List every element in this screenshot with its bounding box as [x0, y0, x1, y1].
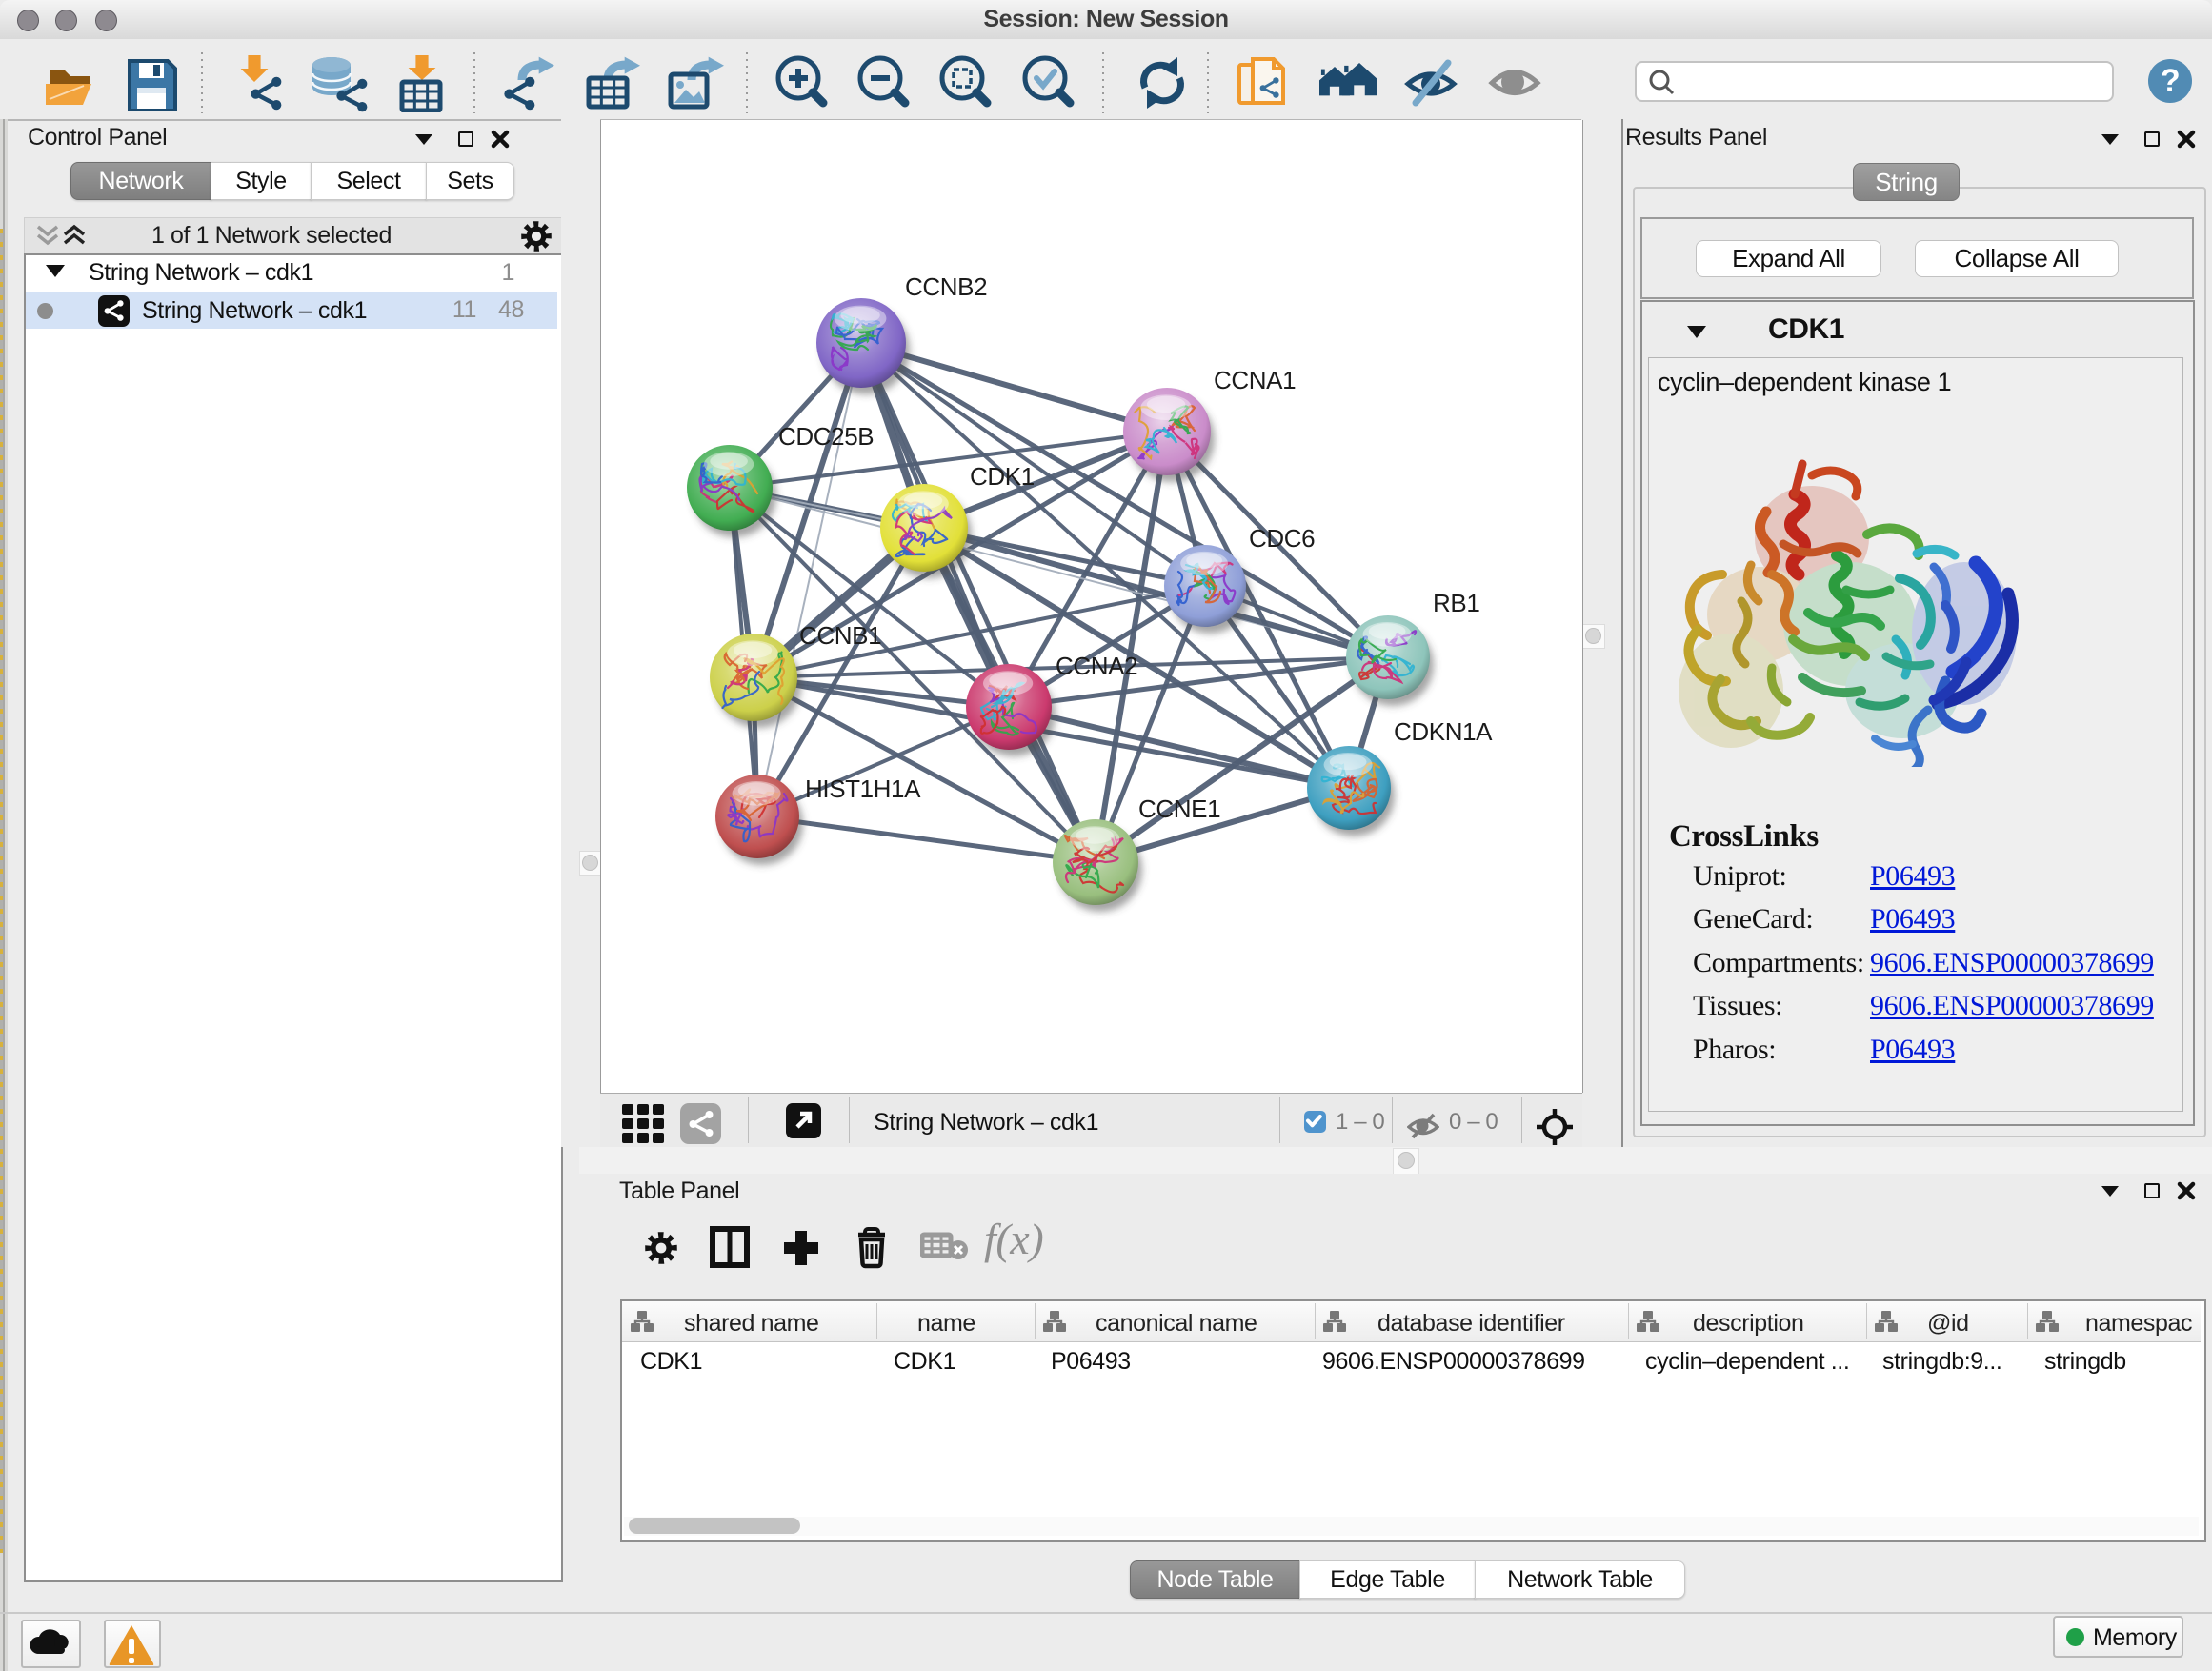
svg-text:CCNB1: CCNB1	[799, 621, 881, 650]
svg-text:CDKN1A: CDKN1A	[1394, 717, 1493, 746]
svg-text:CDC25B: CDC25B	[778, 422, 874, 451]
svg-text:HIST1H1A: HIST1H1A	[805, 775, 921, 803]
svg-text:CCNE1: CCNE1	[1138, 795, 1220, 823]
svg-text:RB1: RB1	[1433, 589, 1479, 617]
svg-text:CDC6: CDC6	[1249, 524, 1315, 553]
svg-text:CCNB2: CCNB2	[905, 272, 987, 301]
svg-text:CDK1: CDK1	[970, 462, 1035, 491]
svg-text:CCNA1: CCNA1	[1214, 366, 1296, 394]
svg-text:CCNA2: CCNA2	[1056, 652, 1137, 680]
